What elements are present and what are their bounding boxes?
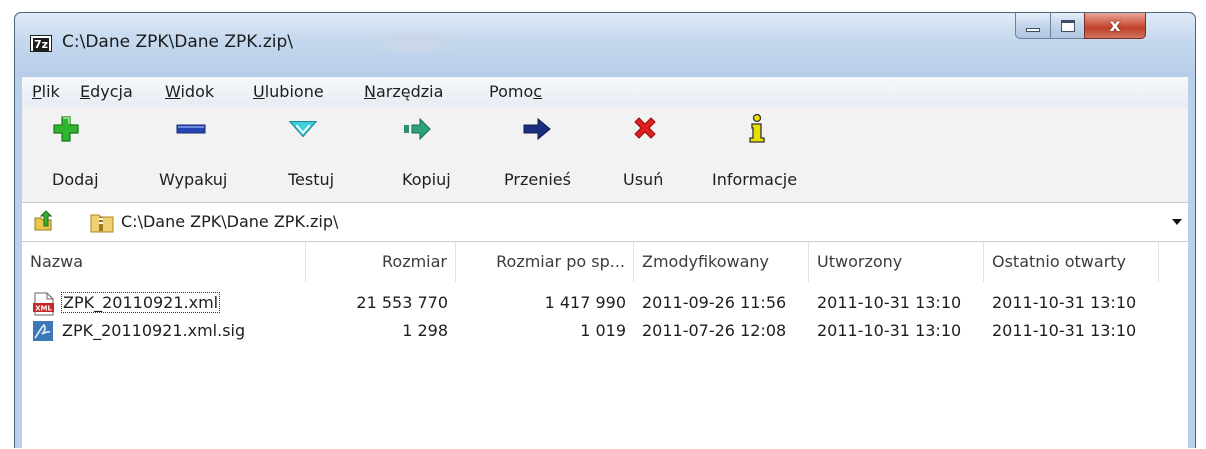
test-label: Testuj — [288, 170, 335, 189]
maximize-button[interactable] — [1050, 13, 1085, 39]
extract-button[interactable]: Wypakuj — [146, 107, 236, 202]
toolbar: Dodaj Wypakuj Testuj Kopiuj Przenieś Usu… — [22, 107, 1188, 202]
column-modified[interactable]: Zmodyfikowany — [634, 242, 809, 282]
test-button[interactable]: Testuj — [272, 107, 342, 202]
file-created: 2011-10-31 13:10 — [817, 293, 962, 312]
xml-file-icon: XML — [32, 292, 54, 316]
menu-pomoc[interactable]: Pomoc — [489, 82, 542, 101]
app-window: 7z C:\Dane ZPK\Dane ZPK.zip\ x Plik Edyc… — [14, 12, 1196, 449]
minus-icon — [176, 115, 206, 143]
info-icon — [742, 114, 772, 143]
file-modified: 2011-09-26 11:56 — [642, 293, 787, 312]
file-created: 2011-10-31 13:10 — [817, 321, 962, 340]
plus-icon — [51, 115, 81, 143]
delete-x-icon — [630, 115, 660, 143]
minimize-button[interactable] — [1015, 13, 1051, 39]
close-button[interactable]: x — [1084, 13, 1146, 39]
title-blur — [375, 33, 455, 51]
file-name-cell: ZPK_20110921.xml — [60, 289, 221, 317]
app-icon[interactable]: 7z — [30, 35, 52, 52]
extract-label: Wypakuj — [159, 170, 228, 189]
title-bar[interactable]: 7z C:\Dane ZPK\Dane ZPK.zip\ x — [15, 13, 1195, 77]
up-folder-icon[interactable] — [32, 210, 54, 232]
copy-arrow-icon — [402, 115, 432, 143]
file-name[interactable]: ZPK_20110921.xml — [60, 292, 221, 313]
menu-narzedzia[interactable]: Narzędzia — [364, 82, 443, 101]
column-name[interactable]: Nazwa — [22, 242, 306, 282]
file-accessed: 2011-10-31 13:10 — [992, 321, 1137, 340]
zip-folder-icon — [90, 211, 114, 233]
app-icon-text: 7z — [32, 38, 50, 51]
menu-plik[interactable]: Plik — [32, 82, 60, 101]
menu-widok[interactable]: Widok — [165, 82, 214, 101]
move-button[interactable]: Przenieś — [492, 107, 578, 202]
window-title: C:\Dane ZPK\Dane ZPK.zip\ — [62, 32, 294, 52]
file-size: 1 298 — [402, 321, 448, 340]
info-label: Informacje — [712, 170, 798, 189]
close-icon: x — [1109, 15, 1121, 36]
table-row[interactable]: XML ZPK_20110921.xml 21 553 770 1 417 99… — [22, 289, 1188, 317]
svg-text:XML: XML — [35, 305, 52, 313]
file-list: Nazwa Rozmiar Rozmiar po sp... Zmodyfiko… — [22, 242, 1188, 449]
delete-label: Usuń — [623, 170, 664, 189]
menu-edycja[interactable]: Edycja — [80, 82, 133, 101]
add-label: Dodaj — [52, 170, 99, 189]
file-name[interactable]: ZPK_20110921.xml.sig — [62, 317, 245, 345]
move-arrow-icon — [522, 115, 552, 143]
add-button[interactable]: Dodaj — [38, 107, 102, 202]
list-header: Nazwa Rozmiar Rozmiar po sp... Zmodyfiko… — [22, 242, 1188, 282]
info-button[interactable]: Informacje — [702, 107, 814, 202]
file-packed-size: 1 417 990 — [544, 293, 626, 312]
column-accessed[interactable]: Ostatnio otwarty — [984, 242, 1159, 282]
address-bar[interactable]: C:\Dane ZPK\Dane ZPK.zip\ — [22, 202, 1188, 242]
column-packed-size[interactable]: Rozmiar po sp... — [456, 242, 634, 282]
table-row[interactable]: ZPK_20110921.xml.sig 1 298 1 019 2011-07… — [22, 317, 1188, 345]
minimize-icon — [1026, 27, 1040, 32]
delete-button[interactable]: Usuń — [614, 107, 670, 202]
copy-button[interactable]: Kopiuj — [380, 107, 451, 202]
column-size[interactable]: Rozmiar — [306, 242, 456, 282]
file-size: 21 553 770 — [356, 293, 448, 312]
address-path[interactable]: C:\Dane ZPK\Dane ZPK.zip\ — [121, 212, 338, 231]
move-label: Przenieś — [504, 170, 571, 189]
file-modified: 2011-07-26 12:08 — [642, 321, 787, 340]
file-packed-size: 1 019 — [580, 321, 626, 340]
menu-bar: Plik Edycja Widok Ulubione Narzędzia Pom… — [22, 77, 1188, 108]
check-icon — [288, 115, 318, 143]
chevron-down-icon[interactable] — [1172, 219, 1182, 225]
copy-label: Kopiuj — [402, 170, 451, 189]
column-created[interactable]: Utworzony — [809, 242, 984, 282]
menu-ulubione[interactable]: Ulubione — [253, 82, 324, 101]
maximize-icon — [1060, 19, 1075, 32]
signature-file-icon — [32, 320, 54, 342]
file-accessed: 2011-10-31 13:10 — [992, 293, 1137, 312]
